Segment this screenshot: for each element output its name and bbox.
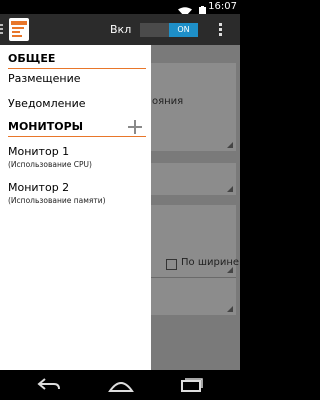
resize-corner-icon: [227, 186, 233, 192]
action-bar: Вкл ON: [0, 14, 240, 45]
settings-card: [148, 163, 236, 195]
toggle-label: Вкл: [110, 23, 132, 36]
back-icon[interactable]: [36, 377, 62, 397]
monitors-section-header: МОНИТОРЫ: [8, 118, 146, 137]
status-bar: 16:07: [0, 0, 240, 17]
monitor-subtitle: (Использование памяти): [8, 196, 106, 205]
enable-toggle[interactable]: ON: [140, 23, 198, 37]
general-section-header: ОБЩЕЕ: [8, 50, 146, 69]
add-icon[interactable]: [128, 120, 142, 134]
navigation-drawer: ОБЩЕЕ Размещение Уведомление МОНИТОРЫ Мо…: [0, 45, 151, 370]
toggle-state: ON: [169, 23, 198, 37]
resize-corner-icon: [227, 306, 233, 312]
card-text: ояния: [152, 96, 184, 107]
overflow-menu-icon[interactable]: [219, 23, 223, 37]
monitor-subtitle: (Использование CPU): [8, 160, 92, 169]
monitor-title: Монитор 2: [8, 181, 70, 194]
drawer-item-monitor-2[interactable]: Монитор 2 (Использование памяти): [8, 181, 148, 206]
settings-card: По ширине: [148, 205, 239, 315]
drawer-item-notification[interactable]: Уведомление: [8, 97, 148, 111]
drawer-indicator-icon[interactable]: [0, 24, 4, 35]
drawer-item-monitor-1[interactable]: Монитор 1 (Использование CPU): [8, 145, 148, 170]
home-icon[interactable]: [108, 377, 134, 397]
drawer-item-placement[interactable]: Размещение: [8, 72, 148, 86]
system-navigation-bar: [0, 370, 240, 400]
resize-corner-icon: [227, 267, 233, 273]
monitor-title: Монитор 1: [8, 145, 70, 158]
fit-width-checkbox[interactable]: [166, 259, 177, 270]
resize-corner-icon: [227, 142, 233, 148]
settings-card: ояния: [148, 63, 236, 151]
recent-apps-icon[interactable]: [178, 377, 204, 397]
app-logo-icon[interactable]: [9, 18, 29, 41]
monitors-section-title: МОНИТОРЫ: [8, 120, 84, 133]
status-time: 16:07: [208, 1, 237, 12]
